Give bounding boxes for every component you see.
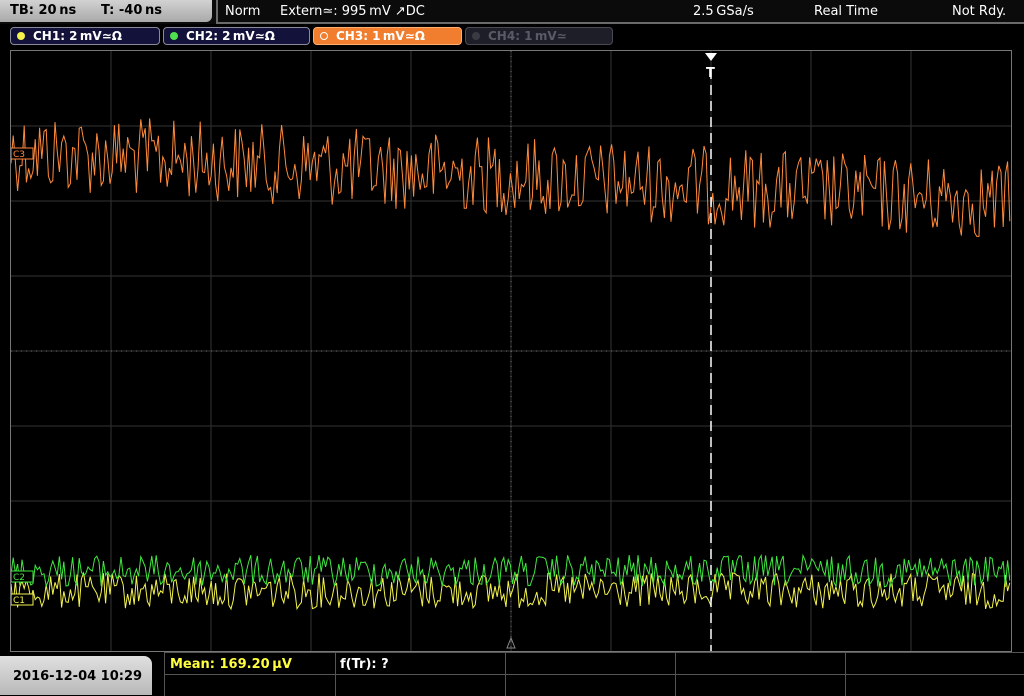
- ch2-waveform: [11, 553, 1011, 589]
- datetime-label: 2016-12-04 10:29: [13, 669, 143, 684]
- ch1-waveform: [11, 571, 1011, 611]
- trigger-marker-icon[interactable]: [705, 53, 717, 61]
- channel-tab-ch1[interactable]: CH1: 2 mV≃Ω: [10, 27, 160, 45]
- channel-tab-ch3[interactable]: CH3: 1 mV≃Ω: [313, 27, 462, 45]
- ch2-label: CH2: 2 mV≃Ω: [186, 29, 275, 43]
- ch4-indicator-icon: [472, 32, 480, 40]
- trigger-mode[interactable]: Norm: [225, 4, 260, 19]
- ch3-marker-label: C3: [13, 150, 25, 160]
- timebase-box[interactable]: TB: 20 ns T: -40 ns: [0, 0, 212, 22]
- ch1-offset-marker[interactable]: C1: [11, 593, 34, 606]
- ch1-label: CH1: 2 mV≃Ω: [33, 29, 122, 43]
- waveform-display[interactable]: T C3 C2 C1: [10, 50, 1012, 652]
- acquisition-mode: Real Time: [814, 4, 878, 19]
- ch3-label: CH3: 1 mV≃Ω: [336, 29, 425, 43]
- trigger-offset-label: T: -40 ns: [101, 3, 162, 18]
- trigger-source[interactable]: Extern≃: 995 mV ↗DC: [280, 4, 425, 19]
- ch3-waveform: [11, 118, 1011, 237]
- ch3-offset-marker[interactable]: C3: [11, 147, 34, 160]
- trigger-marker-label: T: [706, 66, 715, 81]
- ch1-marker-label: C1: [13, 596, 25, 606]
- ch4-label: CH4: 1 mV≃: [488, 29, 567, 43]
- frequency-measurement[interactable]: f(Tr): ?: [340, 657, 389, 672]
- measurement-panel[interactable]: Mean: 169.20 µV f(Tr): ?: [164, 652, 1024, 696]
- waveform-canvas: T C3 C2 C1: [11, 51, 1011, 651]
- datetime-box: 2016-12-04 10:29: [0, 656, 152, 695]
- meas-row-divider: [164, 674, 1024, 675]
- mean-measurement[interactable]: Mean: 169.20 µV: [170, 657, 292, 672]
- ch2-offset-marker[interactable]: C2: [11, 570, 34, 583]
- channel-tab-ch2[interactable]: CH2: 2 mV≃Ω: [163, 27, 310, 45]
- trigger-state: Not Rdy.: [952, 4, 1007, 19]
- ch1-indicator-icon: [17, 32, 25, 40]
- channel-tab-ch4[interactable]: CH4: 1 mV≃: [465, 27, 613, 45]
- timebase-label: TB: 20 ns: [10, 3, 77, 18]
- sample-rate: 2.5 GSa/s: [693, 4, 754, 19]
- ch2-marker-label: C2: [13, 573, 25, 583]
- ch3-indicator-icon: [320, 32, 328, 40]
- graticule: [11, 51, 1011, 651]
- top-status-bar: TB: 20 ns T: -40 ns Norm Extern≃: 995 mV…: [0, 0, 1024, 24]
- ch2-indicator-icon: [170, 32, 178, 40]
